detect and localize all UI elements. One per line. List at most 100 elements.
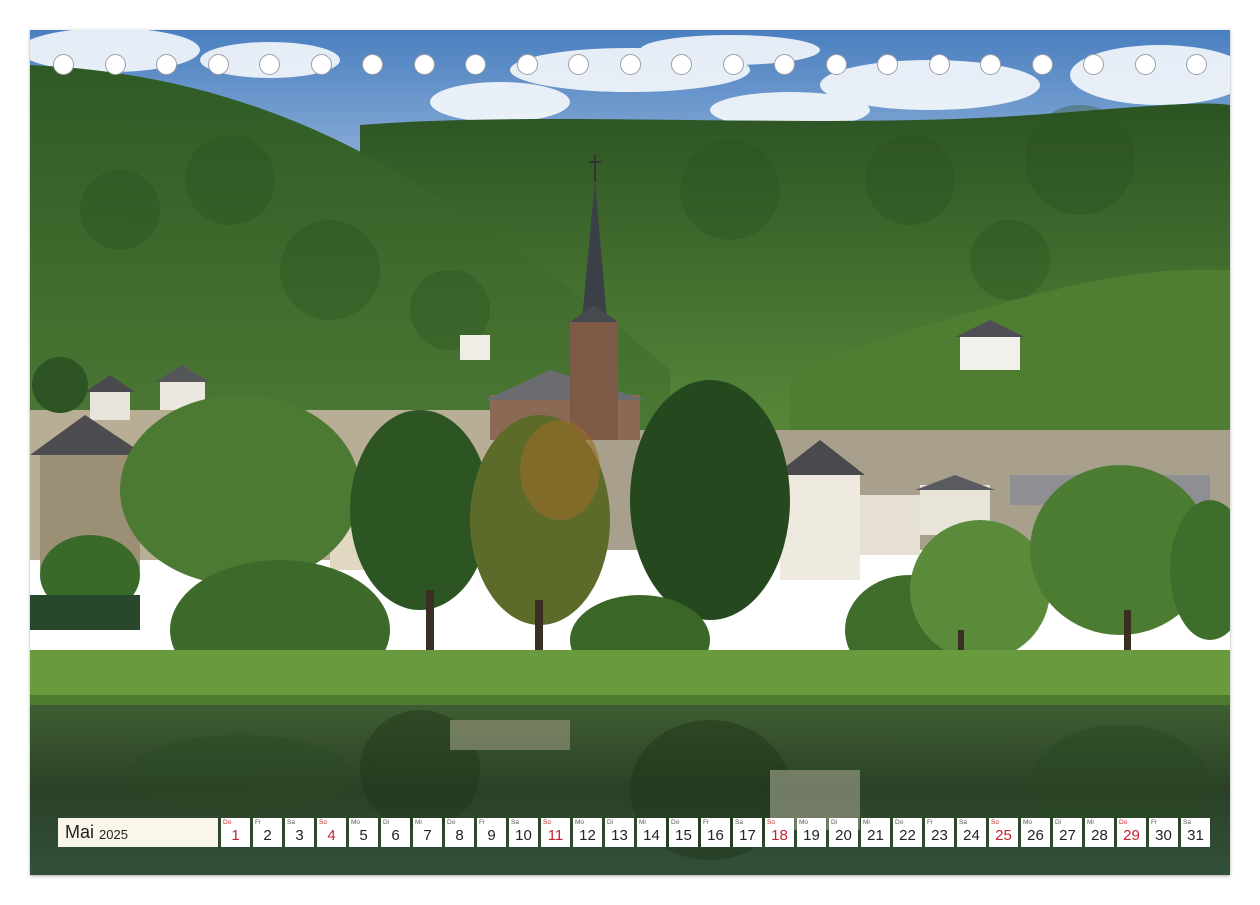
day-number: 19 [803, 827, 820, 844]
binding-hole [156, 54, 177, 75]
binding-hole [1134, 54, 1156, 75]
day-cell: Do 29 [1117, 818, 1146, 847]
moselle-village-scene [30, 30, 1230, 875]
day-cell: Fr 30 [1149, 818, 1178, 847]
day-cell: Di 6 [381, 818, 410, 847]
binding-hole [568, 54, 589, 75]
day-number: 17 [739, 827, 756, 844]
month-label: Mai 2025 [58, 818, 218, 847]
binding-hole [259, 54, 280, 75]
weekday-label: Do [223, 819, 232, 826]
day-cell: Di 13 [605, 818, 634, 847]
day-cell: Mo 19 [797, 818, 826, 847]
day-cell: Sa 24 [957, 818, 986, 847]
day-number: 9 [487, 827, 496, 844]
weekday-label: Sa [959, 819, 967, 826]
day-number: 30 [1155, 827, 1172, 844]
day-cell: Mi 14 [637, 818, 666, 847]
weekday-label: Mo [575, 819, 585, 826]
day-cell: Sa 17 [733, 818, 762, 847]
weekday-label: Sa [1183, 819, 1191, 826]
day-cell: So 11 [541, 818, 570, 847]
binding-hole [722, 54, 744, 75]
day-number: 22 [899, 827, 916, 844]
day-number: 1 [231, 827, 240, 844]
day-cell: Mo 12 [573, 818, 602, 847]
day-number: 7 [423, 827, 432, 844]
day-cell: So 18 [765, 818, 794, 847]
day-number: 14 [643, 827, 660, 844]
month-year: 2025 [99, 826, 128, 842]
day-number: 13 [611, 827, 628, 844]
day-cell: Di 27 [1053, 818, 1082, 847]
binding-hole [104, 54, 126, 75]
day-number: 16 [707, 827, 724, 844]
binding-hole [877, 54, 898, 75]
binding-hole [619, 54, 641, 75]
weekday-label: Do [671, 819, 680, 826]
weekday-label: Do [895, 819, 904, 826]
day-number: 23 [931, 827, 948, 844]
weekday-label: Di [383, 819, 390, 826]
day-cell: Mi 28 [1085, 818, 1114, 847]
day-cell: Mo 5 [349, 818, 378, 847]
day-cell: Do 15 [669, 818, 698, 847]
day-number: 3 [295, 827, 304, 844]
day-number: 15 [675, 827, 692, 844]
weekday-label: Fr [479, 819, 486, 826]
day-cell: Sa 3 [285, 818, 314, 847]
day-number: 31 [1187, 827, 1204, 844]
weekday-label: Mi [415, 819, 422, 826]
day-number: 11 [547, 827, 564, 844]
weekday-label: So [319, 819, 327, 826]
day-number: 29 [1123, 827, 1140, 844]
day-number: 18 [771, 827, 788, 844]
day-cell: Do 22 [893, 818, 922, 847]
binding-hole [825, 54, 847, 75]
weekday-label: Do [1119, 819, 1128, 826]
day-cell: Do 1 [221, 818, 250, 847]
day-number: 4 [327, 827, 336, 844]
weekday-label: So [543, 819, 551, 826]
weekday-label: Mi [863, 819, 870, 826]
day-cell: Sa 10 [509, 818, 538, 847]
day-number: 12 [579, 827, 596, 844]
binding-holes [0, 54, 1260, 80]
day-cell: Di 20 [829, 818, 858, 847]
binding-hole [774, 54, 795, 75]
day-number: 2 [263, 827, 272, 844]
day-cell: Fr 23 [925, 818, 954, 847]
day-number: 10 [515, 827, 532, 844]
weekday-label: So [991, 819, 999, 826]
weekday-label: Do [447, 819, 456, 826]
weekday-label: Fr [927, 819, 934, 826]
weekday-label: Mo [799, 819, 809, 826]
binding-hole [671, 54, 692, 75]
binding-hole [465, 54, 486, 75]
day-number: 21 [867, 827, 884, 844]
weekday-label: Fr [255, 819, 262, 826]
binding-hole [413, 54, 435, 75]
day-cell: Do 8 [445, 818, 474, 847]
weekday-label: Mi [639, 819, 646, 826]
binding-hole [310, 54, 332, 75]
date-strip: Mai 2025 Do 1 Fr 2 Sa 3 So 4 Mo 5 Di 6 Mi 7 Do 8 Fr 9 Sa 10… [58, 818, 1210, 847]
binding-hole [362, 54, 383, 75]
binding-hole [980, 54, 1001, 75]
day-cell: Mo 26 [1021, 818, 1050, 847]
day-number: 8 [455, 827, 464, 844]
day-cell: Mi 21 [861, 818, 890, 847]
weekday-label: So [767, 819, 775, 826]
month-name: Mai [65, 822, 95, 842]
binding-hole [516, 54, 538, 75]
landscape-photo [30, 30, 1230, 875]
day-number: 27 [1059, 827, 1076, 844]
binding-hole [928, 54, 950, 75]
day-cell: Sa 31 [1181, 818, 1210, 847]
weekday-label: Sa [511, 819, 519, 826]
day-cell: Fr 9 [477, 818, 506, 847]
weekday-label: Fr [1151, 819, 1158, 826]
binding-hole [207, 54, 229, 75]
day-number: 28 [1091, 827, 1108, 844]
binding-hole [53, 54, 74, 75]
